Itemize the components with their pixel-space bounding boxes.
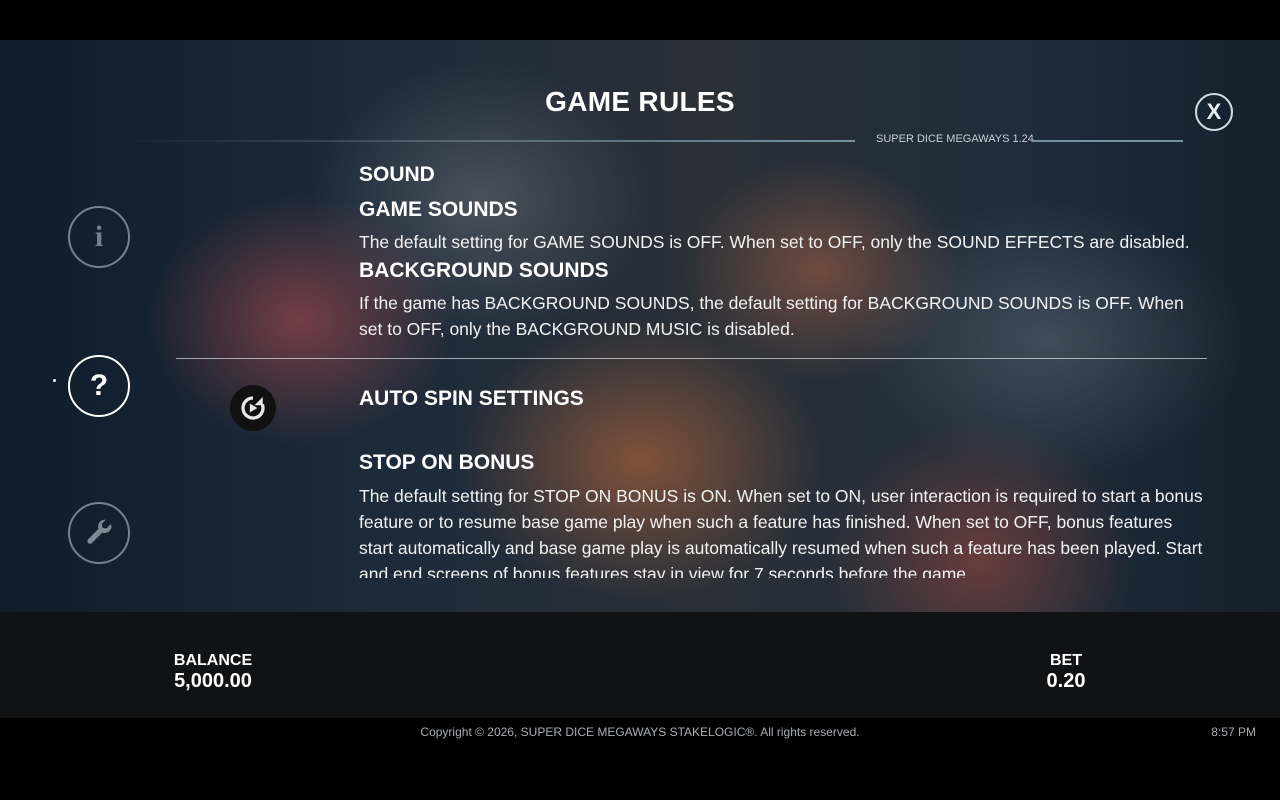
title-divider-right <box>1033 140 1183 142</box>
game-sounds-text: The default setting for GAME SOUNDS is O… <box>359 232 1190 252</box>
top-bar <box>0 0 1280 40</box>
help-icon: ? <box>89 369 109 402</box>
background-sounds-heading: BACKGROUND SOUNDS <box>359 259 609 282</box>
footer: Copyright © 2026, SUPER DICE MEGAWAYS ST… <box>0 718 1280 800</box>
page-title: GAME RULES <box>545 86 735 117</box>
background-sounds-text: If the game has BACKGROUND SOUNDS, the d… <box>359 293 1184 339</box>
stop-on-bonus-heading: STOP ON BONUS <box>359 451 535 474</box>
title-divider-left <box>120 140 855 142</box>
refresh-play-icon <box>241 396 265 420</box>
close-button[interactable]: X <box>1195 93 1233 131</box>
settings-button[interactable] <box>68 502 130 564</box>
rules-content[interactable]: SOUND GAME SOUNDS The default setting fo… <box>359 158 1209 578</box>
sound-heading: SOUND <box>359 163 435 186</box>
balance-label: BALANCE <box>173 652 253 669</box>
clock: 8:57 PM <box>1211 725 1256 739</box>
close-icon: X <box>1206 99 1222 124</box>
balance-value: 5,000.00 <box>174 670 252 692</box>
balance-display: BALANCE 5,000.00 <box>153 652 273 693</box>
wrench-icon <box>87 519 112 544</box>
autospin-heading: AUTO SPIN SETTINGS <box>359 387 584 410</box>
bet-label: BET <box>1050 652 1082 669</box>
active-indicator <box>53 379 56 382</box>
version-label: SUPER DICE MEGAWAYS 1.24 <box>876 133 1034 145</box>
info-icon: i <box>94 220 104 253</box>
stop-on-bonus-text: The default setting for STOP ON BONUS is… <box>359 486 1203 578</box>
help-button[interactable]: ? <box>68 355 130 417</box>
copyright-text: Copyright © 2026, SUPER DICE MEGAWAYS ST… <box>420 725 860 739</box>
bet-value: 0.20 <box>1046 670 1086 692</box>
bet-display: BET 0.20 <box>1026 652 1106 693</box>
info-button[interactable]: i <box>68 206 130 268</box>
rules-panel: GAME RULES SUPER DICE MEGAWAYS 1.24 X i … <box>0 40 1280 612</box>
status-bar: BALANCE 5,000.00 BET 0.20 <box>0 612 1280 718</box>
autospin-icon <box>230 385 276 431</box>
game-sounds-heading: GAME SOUNDS <box>359 198 518 221</box>
